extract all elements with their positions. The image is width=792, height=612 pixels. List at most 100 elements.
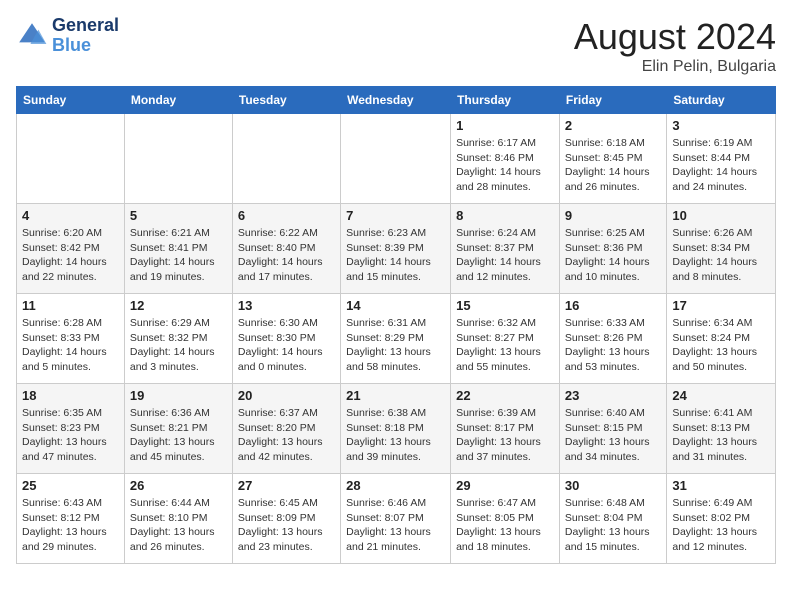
calendar-cell: 30 Sunrise: 6:48 AM Sunset: 8:04 PM Dayli…	[559, 474, 666, 564]
day-number: 22	[456, 388, 554, 403]
location-subtitle: Elin Pelin, Bulgaria	[574, 58, 776, 76]
calendar-cell: 7 Sunrise: 6:23 AM Sunset: 8:39 PM Daylig…	[341, 204, 451, 294]
calendar-body: 1Sunrise: 6:17 AM Sunset: 8:46 PM Daylig…	[17, 114, 776, 564]
calendar-cell	[341, 114, 451, 204]
day-number: 1	[456, 118, 554, 133]
day-detail: Sunrise: 6:22 AM Sunset: 8:40 PM Dayligh…	[238, 226, 335, 285]
day-number: 21	[346, 388, 445, 403]
day-number: 9	[565, 208, 661, 223]
calendar-cell: 12 Sunrise: 6:29 AM Sunset: 8:32 PM Dayli…	[124, 294, 232, 384]
calendar-cell: 27 Sunrise: 6:45 AM Sunset: 8:09 PM Dayli…	[232, 474, 340, 564]
calendar-cell: 22 Sunrise: 6:39 AM Sunset: 8:17 PM Dayli…	[451, 384, 560, 474]
day-number: 25	[22, 478, 119, 493]
calendar-cell: 5Sunrise: 6:21 AM Sunset: 8:41 PM Daylig…	[124, 204, 232, 294]
calendar-cell: 11 Sunrise: 6:28 AM Sunset: 8:33 PM Dayli…	[17, 294, 125, 384]
calendar-cell: 14Sunrise: 6:31 AM Sunset: 8:29 PM Dayli…	[341, 294, 451, 384]
day-number: 4	[22, 208, 119, 223]
calendar-cell: 18 Sunrise: 6:35 AM Sunset: 8:23 PM Dayli…	[17, 384, 125, 474]
calendar-cell: 21Sunrise: 6:38 AM Sunset: 8:18 PM Dayli…	[341, 384, 451, 474]
day-number: 26	[130, 478, 227, 493]
calendar-cell: 20 Sunrise: 6:37 AM Sunset: 8:20 PM Dayli…	[232, 384, 340, 474]
day-detail: Sunrise: 6:30 AM Sunset: 8:30 PM Dayligh…	[238, 316, 335, 375]
day-number: 10	[672, 208, 770, 223]
calendar-cell: 29 Sunrise: 6:47 AM Sunset: 8:05 PM Dayli…	[451, 474, 560, 564]
day-number: 23	[565, 388, 661, 403]
day-number: 24	[672, 388, 770, 403]
day-detail: Sunrise: 6:29 AM Sunset: 8:32 PM Dayligh…	[130, 316, 227, 375]
calendar-cell: 17 Sunrise: 6:34 AM Sunset: 8:24 PM Dayli…	[667, 294, 776, 384]
day-detail: Sunrise: 6:24 AM Sunset: 8:37 PM Dayligh…	[456, 226, 554, 285]
day-detail: Sunrise: 6:35 AM Sunset: 8:23 PM Dayligh…	[22, 406, 119, 465]
logo: General Blue	[16, 16, 119, 56]
day-detail: Sunrise: 6:39 AM Sunset: 8:17 PM Dayligh…	[456, 406, 554, 465]
day-number: 11	[22, 298, 119, 313]
calendar-cell: 13Sunrise: 6:30 AM Sunset: 8:30 PM Dayli…	[232, 294, 340, 384]
day-number: 15	[456, 298, 554, 313]
logo-icon	[16, 20, 48, 52]
calendar-cell: 28 Sunrise: 6:46 AM Sunset: 8:07 PM Dayli…	[341, 474, 451, 564]
calendar-cell: 4 Sunrise: 6:20 AM Sunset: 8:42 PM Daylig…	[17, 204, 125, 294]
calendar-cell: 26 Sunrise: 6:44 AM Sunset: 8:10 PM Dayli…	[124, 474, 232, 564]
day-number: 2	[565, 118, 661, 133]
day-number: 19	[130, 388, 227, 403]
day-number: 31	[672, 478, 770, 493]
calendar-cell: 19 Sunrise: 6:36 AM Sunset: 8:21 PM Dayli…	[124, 384, 232, 474]
calendar-cell: 3 Sunrise: 6:19 AM Sunset: 8:44 PM Daylig…	[667, 114, 776, 204]
day-detail: Sunrise: 6:37 AM Sunset: 8:20 PM Dayligh…	[238, 406, 335, 465]
calendar-cell: 2 Sunrise: 6:18 AM Sunset: 8:45 PM Daylig…	[559, 114, 666, 204]
month-title: August 2024	[574, 16, 776, 58]
calendar-cell	[17, 114, 125, 204]
day-number: 20	[238, 388, 335, 403]
page-header: General Blue August 2024 Elin Pelin, Bul…	[16, 16, 776, 76]
day-detail: Sunrise: 6:43 AM Sunset: 8:12 PM Dayligh…	[22, 496, 119, 555]
day-detail: Sunrise: 6:48 AM Sunset: 8:04 PM Dayligh…	[565, 496, 661, 555]
weekday-header-row: SundayMondayTuesdayWednesdayThursdayFrid…	[17, 87, 776, 114]
weekday-header-cell: Thursday	[451, 87, 560, 114]
calendar-week-row: 25 Sunrise: 6:43 AM Sunset: 8:12 PM Dayli…	[17, 474, 776, 564]
day-number: 18	[22, 388, 119, 403]
day-detail: Sunrise: 6:19 AM Sunset: 8:44 PM Dayligh…	[672, 136, 770, 195]
day-detail: Sunrise: 6:49 AM Sunset: 8:02 PM Dayligh…	[672, 496, 770, 555]
day-detail: Sunrise: 6:41 AM Sunset: 8:13 PM Dayligh…	[672, 406, 770, 465]
calendar-week-row: 18 Sunrise: 6:35 AM Sunset: 8:23 PM Dayli…	[17, 384, 776, 474]
day-number: 30	[565, 478, 661, 493]
day-number: 29	[456, 478, 554, 493]
day-detail: Sunrise: 6:31 AM Sunset: 8:29 PM Dayligh…	[346, 316, 445, 375]
weekday-header-cell: Wednesday	[341, 87, 451, 114]
day-detail: Sunrise: 6:45 AM Sunset: 8:09 PM Dayligh…	[238, 496, 335, 555]
weekday-header-cell: Tuesday	[232, 87, 340, 114]
day-number: 16	[565, 298, 661, 313]
day-detail: Sunrise: 6:40 AM Sunset: 8:15 PM Dayligh…	[565, 406, 661, 465]
calendar-week-row: 11 Sunrise: 6:28 AM Sunset: 8:33 PM Dayli…	[17, 294, 776, 384]
calendar-cell: 15Sunrise: 6:32 AM Sunset: 8:27 PM Dayli…	[451, 294, 560, 384]
day-detail: Sunrise: 6:34 AM Sunset: 8:24 PM Dayligh…	[672, 316, 770, 375]
day-detail: Sunrise: 6:23 AM Sunset: 8:39 PM Dayligh…	[346, 226, 445, 285]
day-detail: Sunrise: 6:47 AM Sunset: 8:05 PM Dayligh…	[456, 496, 554, 555]
day-number: 17	[672, 298, 770, 313]
day-number: 12	[130, 298, 227, 313]
weekday-header-cell: Monday	[124, 87, 232, 114]
day-detail: Sunrise: 6:36 AM Sunset: 8:21 PM Dayligh…	[130, 406, 227, 465]
day-detail: Sunrise: 6:18 AM Sunset: 8:45 PM Dayligh…	[565, 136, 661, 195]
calendar-cell	[124, 114, 232, 204]
weekday-header-cell: Saturday	[667, 87, 776, 114]
calendar-cell: 24 Sunrise: 6:41 AM Sunset: 8:13 PM Dayli…	[667, 384, 776, 474]
day-number: 6	[238, 208, 335, 223]
day-number: 27	[238, 478, 335, 493]
calendar-cell: 8Sunrise: 6:24 AM Sunset: 8:37 PM Daylig…	[451, 204, 560, 294]
day-detail: Sunrise: 6:46 AM Sunset: 8:07 PM Dayligh…	[346, 496, 445, 555]
day-detail: Sunrise: 6:28 AM Sunset: 8:33 PM Dayligh…	[22, 316, 119, 375]
title-block: August 2024 Elin Pelin, Bulgaria	[574, 16, 776, 76]
day-detail: Sunrise: 6:44 AM Sunset: 8:10 PM Dayligh…	[130, 496, 227, 555]
calendar-cell: 1Sunrise: 6:17 AM Sunset: 8:46 PM Daylig…	[451, 114, 560, 204]
day-number: 7	[346, 208, 445, 223]
calendar-week-row: 1Sunrise: 6:17 AM Sunset: 8:46 PM Daylig…	[17, 114, 776, 204]
weekday-header-cell: Sunday	[17, 87, 125, 114]
calendar-cell	[232, 114, 340, 204]
day-detail: Sunrise: 6:33 AM Sunset: 8:26 PM Dayligh…	[565, 316, 661, 375]
day-number: 28	[346, 478, 445, 493]
calendar-cell: 6 Sunrise: 6:22 AM Sunset: 8:40 PM Daylig…	[232, 204, 340, 294]
day-number: 3	[672, 118, 770, 133]
day-detail: Sunrise: 6:20 AM Sunset: 8:42 PM Dayligh…	[22, 226, 119, 285]
calendar-cell: 25 Sunrise: 6:43 AM Sunset: 8:12 PM Dayli…	[17, 474, 125, 564]
